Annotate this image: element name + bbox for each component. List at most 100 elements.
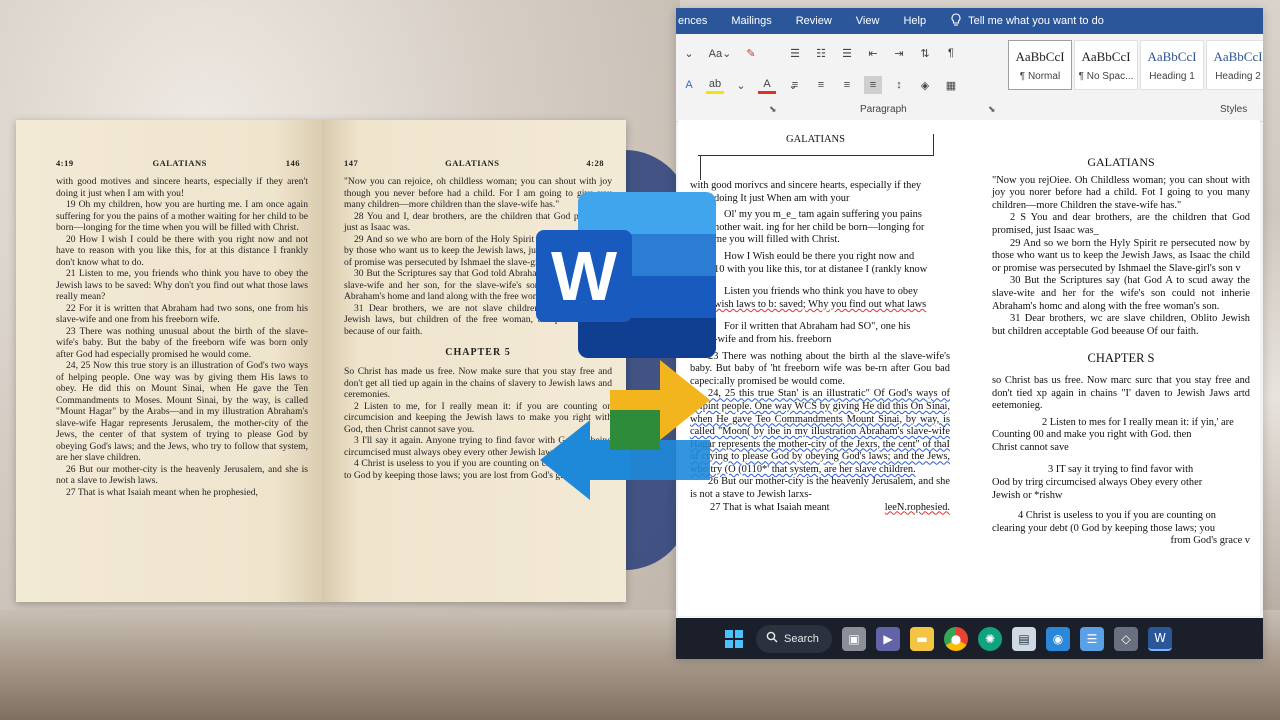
chrome-icon[interactable]: ● bbox=[944, 626, 968, 651]
doc-line: Jewish or *rishw bbox=[992, 489, 1063, 501]
doc-paragraph: so Christ bas us free. Now marc surc tha… bbox=[992, 374, 1250, 412]
document-page[interactable]: GALATIANS with good morivcs and sincere … bbox=[678, 120, 1260, 616]
right-page-number: 147 bbox=[344, 158, 359, 168]
book-paragraph: 24, 25 Now this true story is an illustr… bbox=[56, 360, 308, 463]
doc-line: with good morivcs and sincere hearts, es… bbox=[690, 180, 922, 191]
doc-line: 3 IT say it trying to find favor with bbox=[1048, 464, 1194, 476]
doc-paragraph: 31 Dear brothers, wc are slave children,… bbox=[992, 313, 1250, 337]
doc-paragraph: 24, 25 this true Stan' is an illustratic… bbox=[690, 388, 950, 475]
highlight-icon[interactable]: ab bbox=[706, 76, 724, 94]
taskbar: Search ▣ ▶ ▬ ● ✺ ▤ ◉ ☰ ◇ W bbox=[676, 618, 1263, 659]
align-left-icon[interactable]: ≡ bbox=[786, 76, 804, 94]
tell-me-box[interactable]: Tell me what you want to do bbox=[938, 12, 1104, 30]
style-name: ¶ No Spac... bbox=[1078, 70, 1134, 82]
book-left-page: 4:19 GALATIANS 146 with good motives and… bbox=[16, 120, 322, 602]
book-paragraph: 23 There was nothing unusual about the b… bbox=[56, 325, 308, 360]
tab-view[interactable]: View bbox=[844, 15, 892, 27]
doc-line: me you will filled with Christ. bbox=[714, 234, 840, 246]
doc-line: doing It just When am with your bbox=[714, 192, 850, 204]
right-title: GALATIANS bbox=[445, 158, 500, 168]
font-color-icon[interactable]: A bbox=[758, 76, 776, 94]
doc-line: Listen you friends who think you have to… bbox=[724, 286, 918, 298]
task-view-icon[interactable]: ▣ bbox=[842, 626, 866, 651]
left-title: GALATIANS bbox=[152, 158, 207, 168]
taskbar-search[interactable]: Search bbox=[756, 624, 832, 653]
lightbulb-icon bbox=[950, 12, 962, 30]
paragraph-launcher-icon[interactable]: ⬊ bbox=[988, 104, 996, 115]
style-no-spacing[interactable]: AaBbCcI ¶ No Spac... bbox=[1074, 40, 1138, 90]
doc-line: -wife and from his. freeborn bbox=[714, 333, 832, 345]
styles-gallery: AaBbCcI ¶ Normal AaBbCcI ¶ No Spac... Aa… bbox=[1008, 40, 1263, 90]
word-taskbar-icon[interactable]: W bbox=[1148, 626, 1172, 651]
book-paragraph: 26 But our mother-city is the heavenly J… bbox=[56, 463, 308, 487]
tell-me-label: Tell me what you want to do bbox=[968, 15, 1104, 27]
doc-line: Ol' my you m_e_ tam again suffering you … bbox=[724, 209, 922, 221]
font-launcher-icon[interactable]: ⬊ bbox=[769, 104, 777, 115]
text-cursor bbox=[700, 156, 701, 180]
book-paragraph: 21 Listen to me, you friends who think y… bbox=[56, 268, 308, 302]
numbering-icon[interactable]: ☷ bbox=[812, 44, 830, 62]
tab-help[interactable]: Help bbox=[891, 15, 938, 27]
notepad-icon[interactable]: ▤ bbox=[1012, 626, 1036, 651]
doc-header-box: GALATIANS bbox=[698, 134, 934, 156]
shading-icon[interactable]: ◈ bbox=[916, 76, 934, 94]
doc-right-column: GALATIANS "Now you rejOiee. Oh Childless… bbox=[992, 156, 1250, 548]
ribbon-tab-bar: ences Mailings Review View Help Tell me … bbox=[676, 8, 1263, 34]
clear-formatting-icon[interactable]: ✎ bbox=[742, 44, 760, 62]
chatgpt-icon[interactable]: ✺ bbox=[978, 626, 1002, 651]
tab-review[interactable]: Review bbox=[784, 15, 844, 27]
file-explorer-icon[interactable]: ▬ bbox=[910, 626, 934, 651]
style-normal[interactable]: AaBbCcI ¶ Normal bbox=[1008, 40, 1072, 90]
style-name: Heading 1 bbox=[1149, 70, 1195, 82]
font-dropdown-arrow-icon[interactable]: ⌄ bbox=[680, 44, 698, 62]
change-case-icon[interactable]: Aa⌄ bbox=[706, 44, 734, 62]
right-running-head: 147 GALATIANS 4:28 bbox=[344, 158, 612, 168]
style-name: ¶ Normal bbox=[1019, 70, 1061, 82]
left-page-number: 146 bbox=[285, 158, 300, 168]
word-logo: W bbox=[536, 192, 716, 358]
bullets-icon[interactable]: ☰ bbox=[786, 44, 804, 62]
windows-start-icon[interactable] bbox=[722, 627, 746, 651]
convert-arrows-icon bbox=[520, 360, 720, 560]
style-sample: AaBbCcI bbox=[1147, 48, 1197, 64]
doc-line-part: 27 That is what Isaiah meant bbox=[710, 501, 830, 513]
screen-recorder-icon[interactable]: ◉ bbox=[1046, 626, 1070, 651]
book-paragraph: 20 How I wish I could be there with you … bbox=[56, 233, 308, 268]
styles-group-label: Styles bbox=[1220, 104, 1248, 115]
decrease-indent-icon[interactable]: ⇤ bbox=[864, 44, 882, 62]
highlight-dropdown-icon[interactable]: ⌄ bbox=[732, 76, 750, 94]
virtualbox-icon[interactable]: ◇ bbox=[1114, 626, 1138, 651]
borders-icon[interactable]: ▦ bbox=[942, 76, 960, 94]
book-paragraph: with good motives and sincere hearts, es… bbox=[56, 176, 308, 199]
sort-icon[interactable]: ⇅ bbox=[916, 44, 934, 62]
notes-icon[interactable]: ☰ bbox=[1080, 626, 1104, 651]
tab-mailings[interactable]: Mailings bbox=[719, 15, 783, 27]
align-center-icon[interactable]: ≡ bbox=[812, 76, 830, 94]
search-icon bbox=[766, 631, 778, 646]
doc-line: How I Wish eould be there you right now … bbox=[724, 250, 915, 262]
book-paragraph: 22 For it is written that Abraham had tw… bbox=[56, 302, 308, 326]
doc-line: Ood by trirg circumcised always Obey eve… bbox=[992, 477, 1203, 489]
justify-icon[interactable]: ≡ bbox=[864, 76, 882, 94]
teams-icon[interactable]: ▶ bbox=[876, 626, 900, 651]
doc-line: 2 Listen to mes for I really mean it: if… bbox=[1042, 416, 1234, 428]
text-effects-icon[interactable]: A bbox=[680, 76, 698, 94]
align-right-icon[interactable]: ≡ bbox=[838, 76, 856, 94]
doc-paragraph: 26 But our mother-city is the heavenly J… bbox=[690, 476, 950, 501]
book-paragraph: 27 That is what Isaiah meant when he pro… bbox=[66, 486, 258, 498]
doc-left-column: with good morivcs and sincere hearts, es… bbox=[690, 180, 950, 514]
increase-indent-icon[interactable]: ⇥ bbox=[890, 44, 908, 62]
doc-right-title: GALATIANS bbox=[1087, 155, 1155, 169]
doc-line: wish laws to b: saved; Why you find out … bbox=[714, 298, 927, 310]
doc-chapter-title: CHAPTER S bbox=[1087, 351, 1155, 366]
multilevel-list-icon[interactable]: ☰ bbox=[838, 44, 856, 62]
show-formatting-icon[interactable]: ¶ bbox=[942, 44, 960, 62]
doc-line: nother wait. ing for her child be born—l… bbox=[714, 221, 925, 233]
doc-paragraph: 30 But the Scriptures say (hat God A to … bbox=[992, 275, 1250, 312]
word-window: ences Mailings Review View Help Tell me … bbox=[676, 8, 1263, 658]
line-spacing-icon[interactable]: ↕ bbox=[890, 76, 908, 94]
style-heading-2[interactable]: AaBbCcI Heading 2 bbox=[1206, 40, 1263, 90]
style-heading-1[interactable]: AaBbCcI Heading 1 bbox=[1140, 40, 1204, 90]
doc-line: 27 That is what Isaiah meant leeN.rophes… bbox=[690, 502, 950, 515]
tab-references[interactable]: ences bbox=[676, 15, 719, 27]
